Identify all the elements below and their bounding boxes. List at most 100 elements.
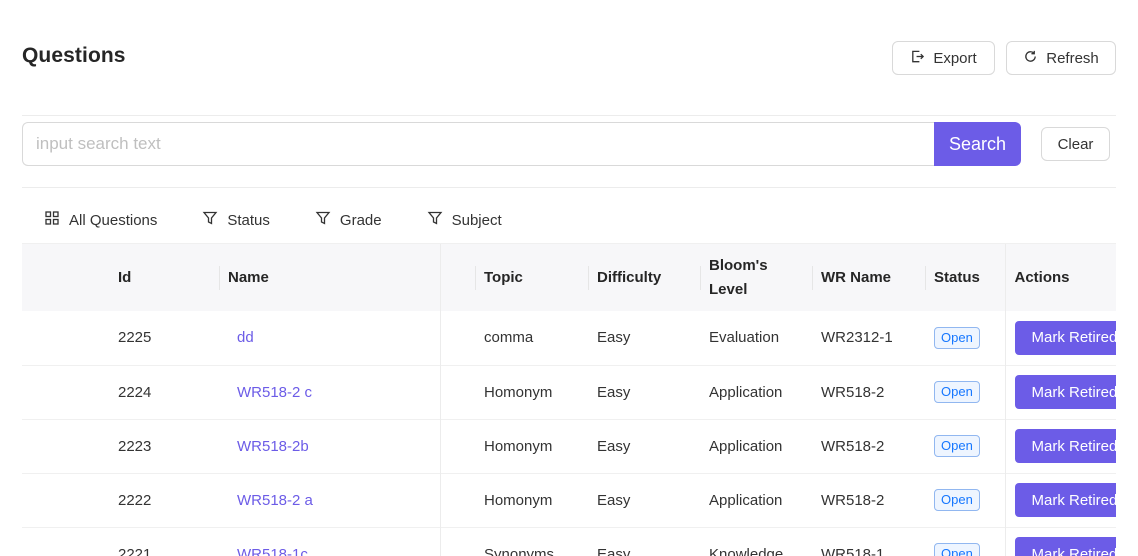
header-divider bbox=[22, 115, 1116, 116]
col-header-actions: Actions bbox=[1004, 244, 1116, 311]
filter-status[interactable]: Status bbox=[202, 210, 270, 230]
table-row: 2225 dd comma Easy Evaluation WR2312-1 O… bbox=[22, 311, 1116, 365]
cell-id: 2225 bbox=[118, 329, 152, 347]
mark-retired-button[interactable]: Mark Retired bbox=[1014, 429, 1116, 463]
status-badge: Open bbox=[934, 489, 980, 511]
cell-status: Open bbox=[925, 473, 1005, 527]
col-header-topic[interactable]: Topic bbox=[475, 244, 588, 311]
questions-table: Id Name Topic Difficulty Bloom's Level WR… bbox=[22, 243, 1116, 556]
col-header-wr-name[interactable]: WR Name bbox=[812, 244, 925, 311]
cell-spacer bbox=[440, 365, 475, 419]
filter-all-questions[interactable]: All Questions bbox=[44, 210, 157, 230]
cell-difficulty: Easy bbox=[597, 329, 631, 347]
cell-id: 2222 bbox=[118, 491, 152, 509]
filter-label: All Questions bbox=[69, 211, 158, 229]
cell-bloom-level: Knowledge bbox=[709, 545, 784, 556]
question-name-link[interactable]: WR518-2 c bbox=[228, 384, 312, 401]
export-label: Export bbox=[933, 49, 977, 67]
cell-actions: Mark Retired bbox=[1004, 473, 1116, 527]
cell-status: Open bbox=[925, 419, 1005, 473]
cell-actions: Mark Retired bbox=[1004, 365, 1116, 419]
refresh-label: Refresh bbox=[1046, 49, 1099, 67]
table-row: 2224 WR518-2 c Homonym Easy Application … bbox=[22, 365, 1116, 419]
status-badge: Open bbox=[934, 326, 980, 349]
cell-topic: comma bbox=[484, 329, 534, 347]
cell-spacer bbox=[440, 473, 475, 527]
table-row: 2222 WR518-2 a Homonym Easy Application … bbox=[22, 473, 1116, 527]
cell-difficulty: Easy bbox=[597, 437, 631, 455]
col-header-name[interactable]: Name bbox=[219, 244, 441, 311]
search-bar: Search bbox=[22, 122, 1021, 166]
cell-topic: Homonym bbox=[484, 437, 553, 455]
cell-topic: Homonym bbox=[484, 383, 553, 401]
filter-icon bbox=[202, 210, 218, 230]
col-header-status[interactable]: Status bbox=[925, 244, 1005, 311]
cell-name: WR518-2 c bbox=[219, 365, 441, 419]
cell-id: 2224 bbox=[118, 383, 152, 401]
cell-spacer bbox=[440, 311, 475, 365]
cell-difficulty: Easy bbox=[597, 545, 631, 556]
cell-status: Open bbox=[925, 365, 1005, 419]
cell-status: Open bbox=[925, 527, 1005, 556]
search-button[interactable]: Search bbox=[934, 122, 1021, 166]
refresh-button[interactable]: Refresh bbox=[1006, 41, 1116, 75]
col-header-difficulty[interactable]: Difficulty bbox=[588, 244, 700, 311]
cell-bloom-level: Application bbox=[709, 383, 783, 401]
filter-label: Subject bbox=[451, 211, 502, 229]
col-header-id[interactable]: Id bbox=[22, 244, 219, 311]
cell-topic: Synonyms bbox=[484, 545, 555, 556]
cell-wr-name: WR518-2 bbox=[821, 491, 885, 509]
col-header-bloom-level[interactable]: Bloom's Level bbox=[700, 244, 812, 311]
cell-id: 2223 bbox=[118, 437, 152, 455]
filter-bar: All Questions Status Grade Subject bbox=[44, 208, 547, 232]
cell-actions: Mark Retired bbox=[1004, 527, 1116, 556]
table-header-row: Id Name Topic Difficulty Bloom's Level WR… bbox=[22, 244, 1116, 311]
filter-subject[interactable]: Subject bbox=[427, 210, 502, 230]
table-row: 2221 WR518-1c Synonyms Easy Knowledge WR… bbox=[22, 527, 1116, 556]
filter-grade[interactable]: Grade bbox=[315, 210, 382, 230]
cell-wr-name: WR518-2 bbox=[821, 437, 885, 455]
status-badge: Open bbox=[934, 543, 980, 556]
mark-retired-button[interactable]: Mark Retired bbox=[1014, 537, 1116, 556]
status-badge: Open bbox=[934, 435, 980, 457]
cell-name: WR518-2 a bbox=[219, 473, 441, 527]
cell-actions: Mark Retired bbox=[1004, 419, 1116, 473]
filter-icon bbox=[315, 210, 331, 230]
table-row: 2223 WR518-2b Homonym Easy Application W… bbox=[22, 419, 1116, 473]
grid-icon bbox=[44, 210, 60, 230]
mark-retired-button[interactable]: Mark Retired bbox=[1014, 375, 1116, 409]
filter-icon bbox=[427, 210, 443, 230]
status-badge: Open bbox=[934, 381, 980, 403]
cell-actions: Mark Retired bbox=[1004, 311, 1116, 365]
cell-name: WR518-2b bbox=[219, 419, 441, 473]
cell-name: WR518-1c bbox=[219, 527, 441, 556]
cell-wr-name: WR518-2 bbox=[821, 383, 885, 401]
cell-difficulty: Easy bbox=[597, 383, 631, 401]
search-divider bbox=[22, 187, 1116, 188]
question-name-link[interactable]: WR518-2 a bbox=[228, 492, 313, 509]
search-input[interactable] bbox=[22, 122, 934, 166]
cell-name: dd bbox=[219, 311, 441, 365]
cell-bloom-level: Evaluation bbox=[709, 329, 780, 347]
cell-difficulty: Easy bbox=[597, 491, 631, 509]
cell-spacer bbox=[440, 527, 475, 556]
cell-bloom-level: Application bbox=[709, 437, 783, 455]
export-icon bbox=[910, 49, 925, 68]
question-name-link[interactable]: WR518-2b bbox=[228, 438, 309, 455]
filter-label: Status bbox=[227, 211, 270, 229]
cell-bloom-level: Application bbox=[709, 491, 783, 509]
cell-wr-name: WR518-1 bbox=[821, 545, 885, 556]
mark-retired-button[interactable]: Mark Retired bbox=[1014, 320, 1116, 355]
cell-status: Open bbox=[925, 311, 1005, 365]
page-title: Questions bbox=[22, 44, 126, 67]
question-name-link[interactable]: dd bbox=[228, 329, 254, 346]
question-name-link[interactable]: WR518-1c bbox=[228, 546, 308, 556]
cell-id: 2221 bbox=[118, 545, 152, 556]
cell-topic: Homonym bbox=[484, 491, 553, 509]
clear-button[interactable]: Clear bbox=[1041, 127, 1110, 161]
export-button[interactable]: Export bbox=[892, 41, 995, 75]
col-header-spacer bbox=[440, 244, 475, 311]
mark-retired-button[interactable]: Mark Retired bbox=[1014, 483, 1116, 517]
cell-spacer bbox=[440, 419, 475, 473]
refresh-icon bbox=[1023, 49, 1038, 68]
